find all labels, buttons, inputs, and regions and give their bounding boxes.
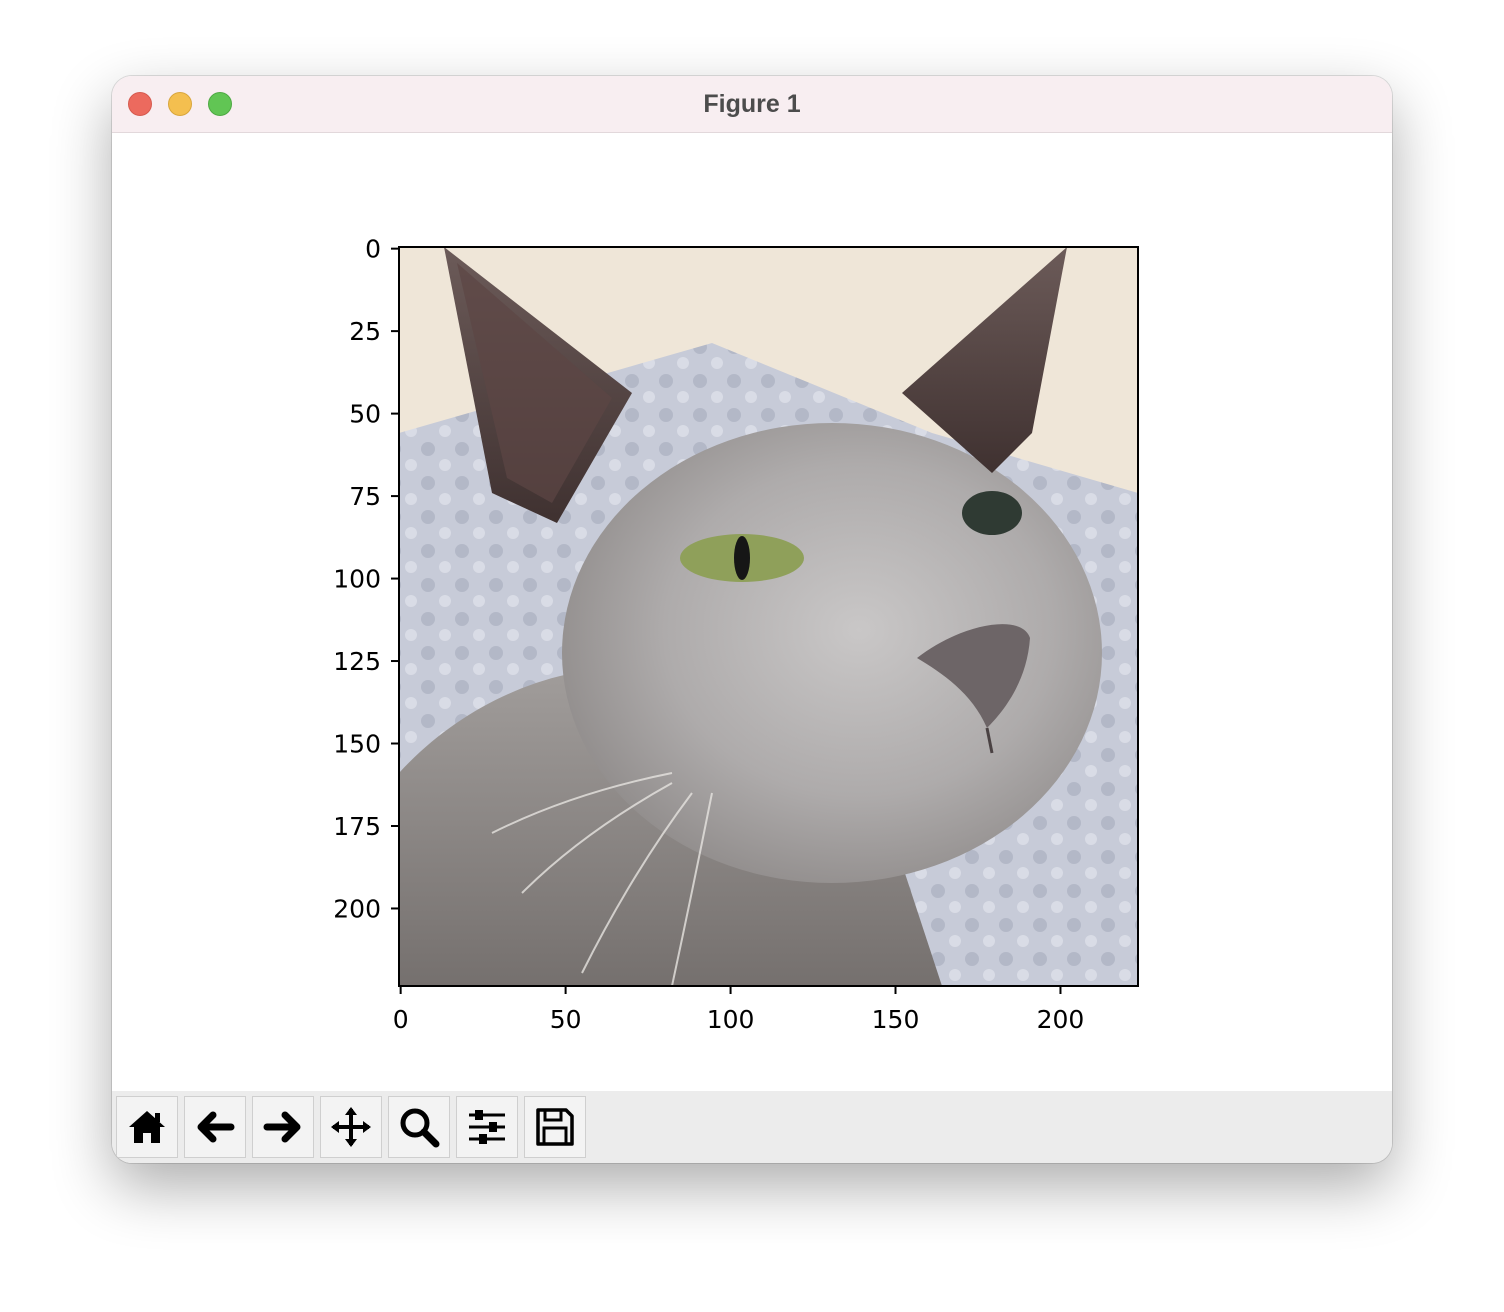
floppy-disk-icon: [536, 1108, 574, 1146]
x-tick-label: 50: [550, 1005, 582, 1034]
x-tick-label: 200: [1037, 1005, 1085, 1034]
figure-window: Figure 1 0 50 100 150 200 0 25 50 75 100…: [112, 76, 1392, 1163]
figure-canvas[interactable]: 0 50 100 150 200 0 25 50 75 100 125 150 175 200: [112, 133, 1392, 1091]
pan-button[interactable]: [320, 1096, 382, 1158]
x-tick-label: 100: [707, 1005, 755, 1034]
configure-subplots-button[interactable]: [456, 1096, 518, 1158]
y-tick-label: 175: [333, 812, 381, 841]
y-tick-label: 75: [349, 482, 381, 511]
title-bar[interactable]: Figure 1: [112, 76, 1392, 133]
home-button[interactable]: [116, 1096, 178, 1158]
image-axes[interactable]: 0 50 100 150 200 0 25 50 75 100 125 150 175 200: [112, 133, 1392, 1091]
home-icon: [129, 1111, 165, 1143]
back-button[interactable]: [184, 1096, 246, 1158]
x-tick-label: 0: [393, 1005, 409, 1034]
x-axis: 0 50 100 150 200: [393, 986, 1085, 1034]
y-tick-label: 100: [333, 565, 381, 594]
arrow-left-icon: [197, 1111, 235, 1143]
sliders-icon: [469, 1110, 505, 1144]
y-tick-label: 200: [333, 894, 381, 923]
arrow-right-icon: [263, 1111, 301, 1143]
y-axis: 0 25 50 75 100 125 150 175 200: [333, 235, 399, 923]
y-tick-label: 0: [365, 235, 381, 264]
zoom-button[interactable]: [388, 1096, 450, 1158]
forward-button[interactable]: [252, 1096, 314, 1158]
y-tick-label: 25: [349, 317, 381, 346]
navigation-toolbar: [112, 1091, 1392, 1163]
x-tick-label: 150: [872, 1005, 920, 1034]
window-title: Figure 1: [703, 90, 801, 118]
cat-photo: [399, 247, 1138, 986]
save-button[interactable]: [524, 1096, 586, 1158]
move-icon: [331, 1107, 371, 1147]
y-tick-label: 125: [333, 647, 381, 676]
y-tick-label: 50: [349, 400, 381, 429]
magnifier-icon: [400, 1108, 440, 1148]
y-tick-label: 150: [333, 730, 381, 759]
